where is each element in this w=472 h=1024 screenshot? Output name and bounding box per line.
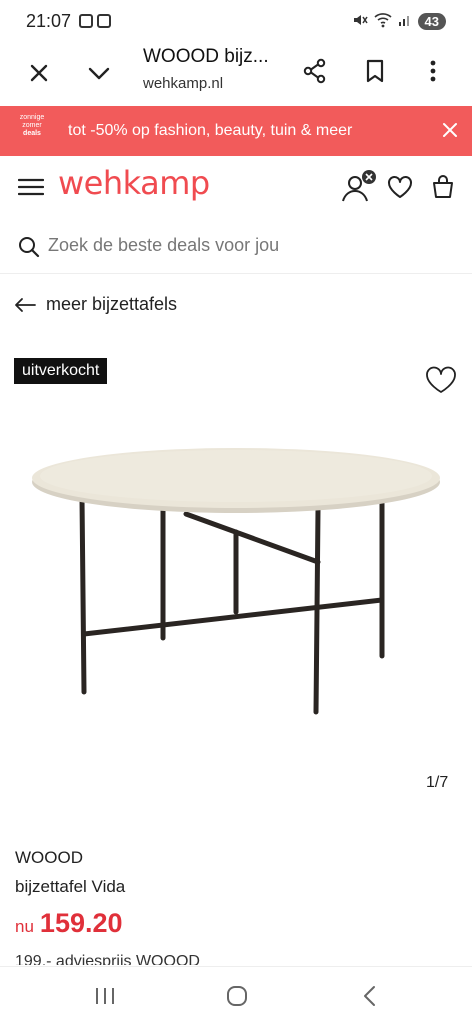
back-link-label: meer bijzettafels xyxy=(46,294,178,314)
back-button[interactable] xyxy=(355,981,385,1011)
price-value: 159.20 xyxy=(39,908,123,938)
recent-apps-icon xyxy=(96,988,114,1004)
product-name: bijzettafel Vida xyxy=(15,877,126,896)
recent-apps-button[interactable] xyxy=(90,981,120,1011)
wishlist-button[interactable] xyxy=(385,172,415,202)
promo-badge-line3: deals xyxy=(23,130,41,137)
product-image[interactable] xyxy=(0,400,472,760)
page-title[interactable]: WOOOD bijz... xyxy=(143,46,269,68)
notification-icon xyxy=(79,14,94,28)
home-button[interactable] xyxy=(222,981,252,1011)
user-icon xyxy=(342,170,376,202)
site-header: wehkamp xyxy=(0,160,472,212)
search-placeholder[interactable]: Zoek de beste deals voor jou xyxy=(48,235,279,256)
account-button[interactable] xyxy=(340,170,380,204)
more-options-button[interactable] xyxy=(418,56,448,86)
system-navigation-bar xyxy=(0,966,472,1024)
price-prefix: nu xyxy=(15,917,34,936)
battery-indicator: 43 xyxy=(417,12,446,30)
promo-badge-line2: zomer xyxy=(22,122,42,129)
close-icon xyxy=(30,64,48,82)
share-icon xyxy=(303,58,326,84)
status-right: 43 xyxy=(352,12,446,31)
promo-close-button[interactable] xyxy=(442,118,458,144)
promo-badge: zonnige zomer deals xyxy=(12,114,52,138)
wehkamp-logo[interactable]: wehkamp xyxy=(58,164,210,202)
heart-icon xyxy=(426,366,456,393)
signal-icon xyxy=(398,13,412,30)
chevron-down-icon xyxy=(88,67,110,80)
add-to-wishlist-button[interactable] xyxy=(425,366,457,399)
search-bar[interactable]: Zoek de beste deals voor jou xyxy=(0,222,472,274)
status-notification-icons xyxy=(79,14,112,28)
promo-banner[interactable]: zonnige zomer deals tot -50% op fashion,… xyxy=(0,106,472,156)
wifi-icon xyxy=(373,12,392,31)
bookmark-button[interactable] xyxy=(360,56,390,86)
heart-icon xyxy=(388,176,412,198)
menu-button[interactable] xyxy=(16,172,46,202)
mute-icon xyxy=(352,12,368,31)
back-icon xyxy=(364,986,375,1006)
product-price: nu 159.20 xyxy=(15,908,123,939)
promo-badge-line1: zonnige xyxy=(19,114,45,121)
bookmark-icon xyxy=(366,59,384,83)
advice-price: 199,- adviesprijs WOOOD xyxy=(15,953,200,965)
cart-button[interactable] xyxy=(428,172,458,202)
more-vertical-icon xyxy=(430,60,436,82)
shopping-bag-icon xyxy=(433,175,453,198)
browser-toolbar: WOOOD bijz... wehkamp.nl xyxy=(0,42,472,104)
status-bar: 21:07 43 xyxy=(0,0,472,42)
status-time: 21:07 xyxy=(26,10,72,31)
product-table-illustration xyxy=(32,448,440,715)
hamburger-menu-icon xyxy=(18,178,44,196)
search-icon xyxy=(18,236,40,263)
product-brand[interactable]: WOOOD xyxy=(15,848,83,868)
back-to-category-link[interactable]: meer bijzettafels xyxy=(14,294,177,315)
minimize-button[interactable] xyxy=(84,58,114,88)
close-tab-button[interactable] xyxy=(24,58,54,88)
promo-text[interactable]: tot -50% op fashion, beauty, tuin & meer xyxy=(68,122,352,140)
home-icon xyxy=(227,986,247,1006)
screenshot-icon xyxy=(97,14,112,28)
close-icon xyxy=(443,123,457,137)
arrow-left-icon xyxy=(15,297,36,312)
share-button[interactable] xyxy=(300,56,330,86)
sold-out-badge: uitverkocht xyxy=(14,358,108,384)
image-counter: 1/7 xyxy=(426,774,449,791)
page-url[interactable]: wehkamp.nl xyxy=(143,75,223,92)
